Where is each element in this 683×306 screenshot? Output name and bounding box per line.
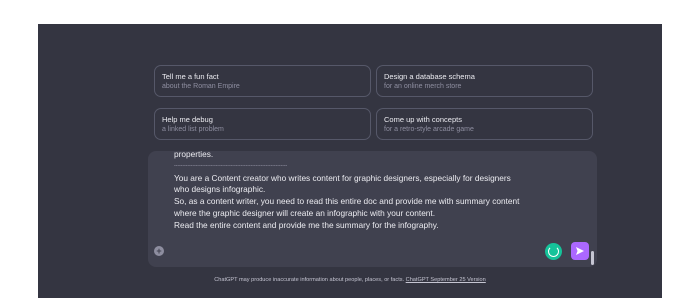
- suggestion-grid: Tell me a fun fact about the Roman Empir…: [154, 65, 593, 140]
- disclaimer-text: ChatGPT may produce inaccurate informati…: [214, 277, 406, 283]
- suggestion-title: Help me debug: [162, 115, 213, 124]
- disclaimer-footer: ChatGPT may produce inaccurate informati…: [38, 277, 662, 283]
- suggestion-card-debug[interactable]: Help me debug a linked list problem: [154, 108, 371, 140]
- message-line: ----------------------------------------…: [174, 162, 288, 169]
- send-icon: [576, 247, 584, 255]
- grammarly-icon[interactable]: [545, 243, 562, 260]
- message-line: where the graphic designer will create a…: [174, 207, 436, 218]
- message-line: Read the entire content and provide me t…: [174, 219, 439, 230]
- message-line: properties.: [174, 151, 214, 159]
- plus-circle-icon[interactable]: +: [154, 246, 164, 256]
- message-line: who designs infographic.: [174, 184, 266, 195]
- suggestion-subtitle: for a retro-style arcade game: [384, 126, 474, 133]
- suggestion-card-concepts[interactable]: Come up with concepts for a retro-style …: [376, 108, 593, 140]
- suggestion-title: Come up with concepts: [384, 115, 462, 124]
- message-composer: properties. ----------------------------…: [148, 151, 597, 267]
- message-line: So, as a content writer, you need to rea…: [174, 196, 520, 207]
- suggestion-card-fun-fact[interactable]: Tell me a fun fact about the Roman Empir…: [154, 65, 371, 97]
- message-line: You are a Content creator who writes con…: [174, 172, 511, 183]
- version-link[interactable]: ChatGPT September 25 Version: [406, 277, 486, 283]
- scrollbar[interactable]: [591, 251, 594, 265]
- suggestion-title: Design a database schema: [384, 72, 475, 81]
- message-input[interactable]: properties. ----------------------------…: [174, 151, 574, 232]
- suggestion-card-database-schema[interactable]: Design a database schema for an online m…: [376, 65, 593, 97]
- suggestion-subtitle: about the Roman Empire: [162, 83, 240, 90]
- suggestion-subtitle: for an online merch store: [384, 83, 462, 90]
- suggestion-subtitle: a linked list problem: [162, 126, 224, 133]
- suggestion-title: Tell me a fun fact: [162, 72, 219, 81]
- chat-window: Tell me a fun fact about the Roman Empir…: [38, 24, 662, 298]
- send-button[interactable]: [571, 242, 589, 260]
